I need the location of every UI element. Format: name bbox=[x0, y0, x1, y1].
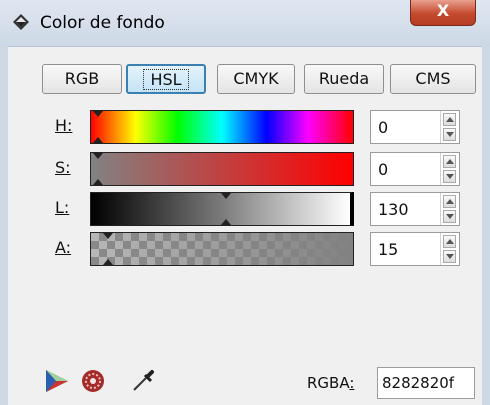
window-frame-right bbox=[482, 46, 490, 405]
hue-spin-buttons bbox=[440, 111, 459, 143]
tab-rueda[interactable]: Rueda bbox=[304, 64, 384, 94]
lightness-spinbox[interactable]: 130 bbox=[370, 192, 460, 226]
alpha-increment-button[interactable] bbox=[443, 235, 456, 248]
tab-rgb[interactable]: RGB bbox=[42, 64, 122, 94]
hue-increment-button[interactable] bbox=[443, 113, 456, 126]
rgba-label-text: RGBA bbox=[307, 374, 350, 392]
window-frame-left bbox=[0, 46, 8, 405]
title-bar: Color de fondo X bbox=[0, 0, 490, 47]
close-button[interactable]: X bbox=[410, 0, 476, 26]
alpha-label: A: bbox=[55, 238, 72, 257]
lightness-spin-buttons bbox=[440, 193, 459, 225]
hue-spinbox[interactable]: 0 bbox=[370, 110, 460, 144]
alpha-spinbox[interactable]: 15 bbox=[370, 232, 460, 266]
alpha-decrement-button[interactable] bbox=[443, 250, 456, 263]
tab-rgb-label: RGB bbox=[64, 69, 100, 88]
lightness-increment-button[interactable] bbox=[443, 195, 456, 208]
hue-label: H: bbox=[55, 116, 73, 135]
saturation-slider-marker-bottom[interactable] bbox=[93, 179, 103, 185]
tab-cms-label: CMS bbox=[415, 69, 451, 88]
hue-slider-marker-top[interactable] bbox=[93, 111, 103, 117]
lightness-decrement-button[interactable] bbox=[443, 210, 456, 223]
tab-hsl[interactable]: HSL bbox=[126, 64, 206, 94]
window-title: Color de fondo bbox=[40, 13, 165, 33]
tab-cmyk[interactable]: CMYK bbox=[217, 64, 295, 94]
app-icon bbox=[13, 14, 29, 30]
alpha-slider-marker-top[interactable] bbox=[103, 233, 113, 239]
tab-cms[interactable]: CMS bbox=[390, 64, 476, 94]
saturation-slider-marker-top[interactable] bbox=[93, 153, 103, 159]
alpha-value[interactable]: 15 bbox=[378, 240, 398, 259]
saturation-increment-button[interactable] bbox=[443, 155, 456, 168]
rgba-input[interactable]: 8282820f bbox=[377, 367, 475, 399]
lightness-label: L: bbox=[55, 198, 70, 217]
alpha-slider-marker-bottom[interactable] bbox=[103, 259, 113, 265]
tab-cmyk-label: CMYK bbox=[233, 69, 279, 88]
rgba-label: RGBA: bbox=[307, 374, 354, 392]
lightness-value[interactable]: 130 bbox=[378, 200, 409, 219]
saturation-label: S: bbox=[55, 158, 71, 177]
close-icon: X bbox=[436, 1, 450, 20]
saturation-spin-buttons bbox=[440, 153, 459, 185]
gamut-triangle-icon[interactable] bbox=[44, 368, 70, 394]
color-managed-icon[interactable] bbox=[80, 368, 106, 394]
tab-rueda-label: Rueda bbox=[318, 69, 370, 88]
tab-hsl-label: HSL bbox=[143, 69, 189, 90]
alpha-slider[interactable] bbox=[90, 232, 354, 266]
lightness-slider-marker-top[interactable] bbox=[221, 193, 231, 199]
rgba-label-colon: : bbox=[349, 374, 355, 392]
hue-value[interactable]: 0 bbox=[378, 118, 388, 137]
hue-decrement-button[interactable] bbox=[443, 128, 456, 141]
saturation-slider[interactable] bbox=[90, 152, 354, 186]
alpha-spin-buttons bbox=[440, 233, 459, 265]
hue-slider-marker-bottom[interactable] bbox=[93, 137, 103, 143]
saturation-spinbox[interactable]: 0 bbox=[370, 152, 460, 186]
eyedropper-icon[interactable] bbox=[130, 368, 156, 394]
saturation-value[interactable]: 0 bbox=[378, 160, 388, 179]
lightness-slider[interactable] bbox=[90, 192, 354, 226]
hue-slider[interactable] bbox=[90, 110, 354, 144]
saturation-decrement-button[interactable] bbox=[443, 170, 456, 183]
lightness-slider-marker-bottom[interactable] bbox=[221, 219, 231, 225]
